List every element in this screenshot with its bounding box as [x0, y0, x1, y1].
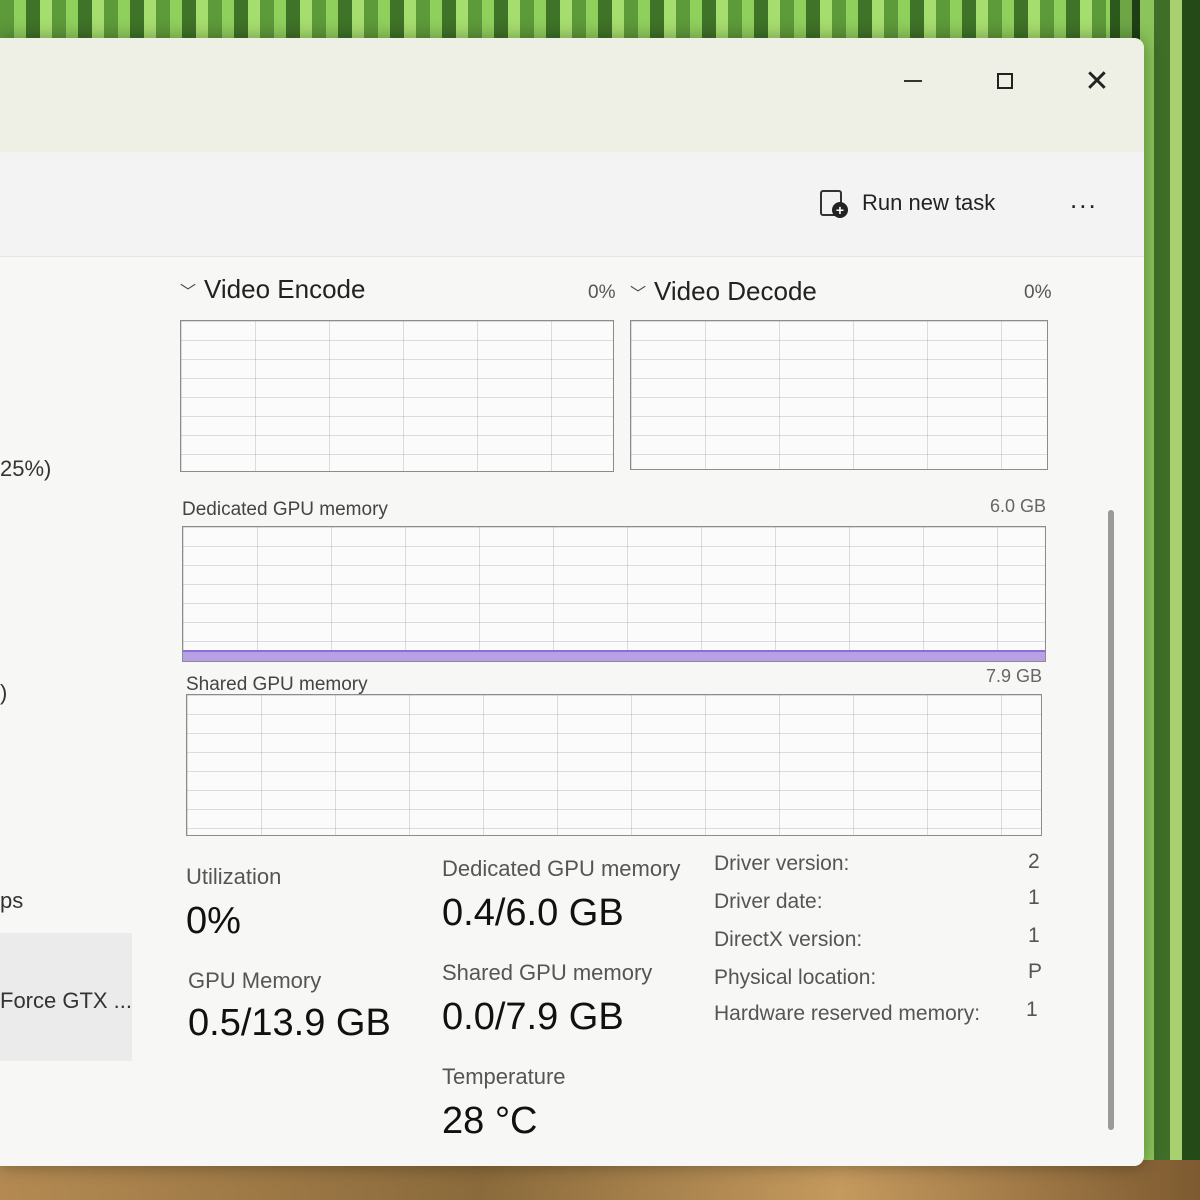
- shared-memory-graph-title: Shared GPU memory: [186, 674, 368, 695]
- wallpaper-bottom: [0, 1160, 1200, 1200]
- directx-version-value: 1: [1028, 924, 1040, 947]
- video-decode-percent: 0%: [1024, 282, 1052, 303]
- physical-location-value: P: [1028, 960, 1043, 983]
- video-encode-graph: [180, 320, 614, 472]
- shared-memory-graph: [186, 694, 1042, 836]
- dedicated-memory-value: 0.4/6.0 GB: [442, 892, 624, 934]
- driver-date-label: Driver date:: [714, 890, 823, 913]
- sidebar-fragment: 25%): [0, 456, 52, 481]
- video-decode-title[interactable]: ﹀ Video Decode: [630, 276, 817, 307]
- task-manager-window: ✕ + Run new task ... 25%) ) ps Force GTX…: [0, 38, 1144, 1166]
- temperature-value: 28 °C: [442, 1100, 538, 1142]
- video-encode-title[interactable]: ﹀ Video Encode: [180, 274, 365, 305]
- temperature-label: Temperature: [442, 1064, 566, 1089]
- shared-memory-max: 7.9 GB: [986, 666, 1043, 686]
- utilization-value: 0%: [186, 900, 241, 942]
- command-bar: + Run new task ...: [0, 152, 1144, 257]
- dedicated-memory-graph: [182, 526, 1046, 662]
- dedicated-memory-usage-bar: [183, 650, 1045, 661]
- chevron-down-icon: ﹀: [180, 283, 197, 301]
- video-decode-graph: [630, 320, 1048, 470]
- driver-version-value: 2: [1028, 850, 1040, 873]
- maximize-button[interactable]: [980, 58, 1030, 104]
- wallpaper-top: [0, 0, 1200, 40]
- run-new-task-label: Run new task: [862, 190, 996, 215]
- title-bar: ✕: [0, 38, 1144, 152]
- more-options-button[interactable]: ...: [1070, 184, 1098, 215]
- gpu-memory-value: 0.5/13.9 GB: [188, 1002, 391, 1044]
- shared-memory-label: Shared GPU memory: [442, 960, 653, 985]
- maximize-icon: [997, 73, 1013, 89]
- dedicated-memory-max: 6.0 GB: [990, 496, 1047, 516]
- close-icon: ✕: [1084, 64, 1110, 98]
- hardware-reserved-memory-value: 1: [1026, 998, 1038, 1021]
- run-task-icon: +: [818, 188, 848, 218]
- vertical-scrollbar[interactable]: [1108, 510, 1114, 1130]
- video-encode-percent: 0%: [588, 282, 616, 303]
- directx-version-label: DirectX version:: [714, 928, 863, 951]
- shared-memory-value: 0.0/7.9 GB: [442, 996, 624, 1038]
- hardware-reserved-memory-label: Hardware reserved memory:: [714, 1002, 981, 1025]
- sidebar-fragment: ): [0, 680, 8, 705]
- dedicated-memory-label: Dedicated GPU memory: [442, 856, 681, 881]
- physical-location-label: Physical location:: [714, 966, 877, 989]
- close-button[interactable]: ✕: [1072, 58, 1122, 104]
- dedicated-memory-graph-title: Dedicated GPU memory: [182, 499, 388, 520]
- utilization-label: Utilization: [186, 864, 282, 889]
- minimize-button[interactable]: [888, 58, 938, 104]
- driver-version-label: Driver version:: [714, 852, 850, 875]
- gpu-memory-label: GPU Memory: [188, 968, 322, 993]
- chevron-down-icon: ﹀: [630, 285, 647, 303]
- sidebar-fragment: ps: [0, 888, 24, 913]
- minimize-icon: [904, 80, 922, 82]
- sidebar-item-gpu[interactable]: Force GTX ...: [0, 988, 132, 1014]
- run-new-task-button[interactable]: + Run new task: [818, 188, 995, 218]
- driver-date-value: 1: [1028, 886, 1040, 909]
